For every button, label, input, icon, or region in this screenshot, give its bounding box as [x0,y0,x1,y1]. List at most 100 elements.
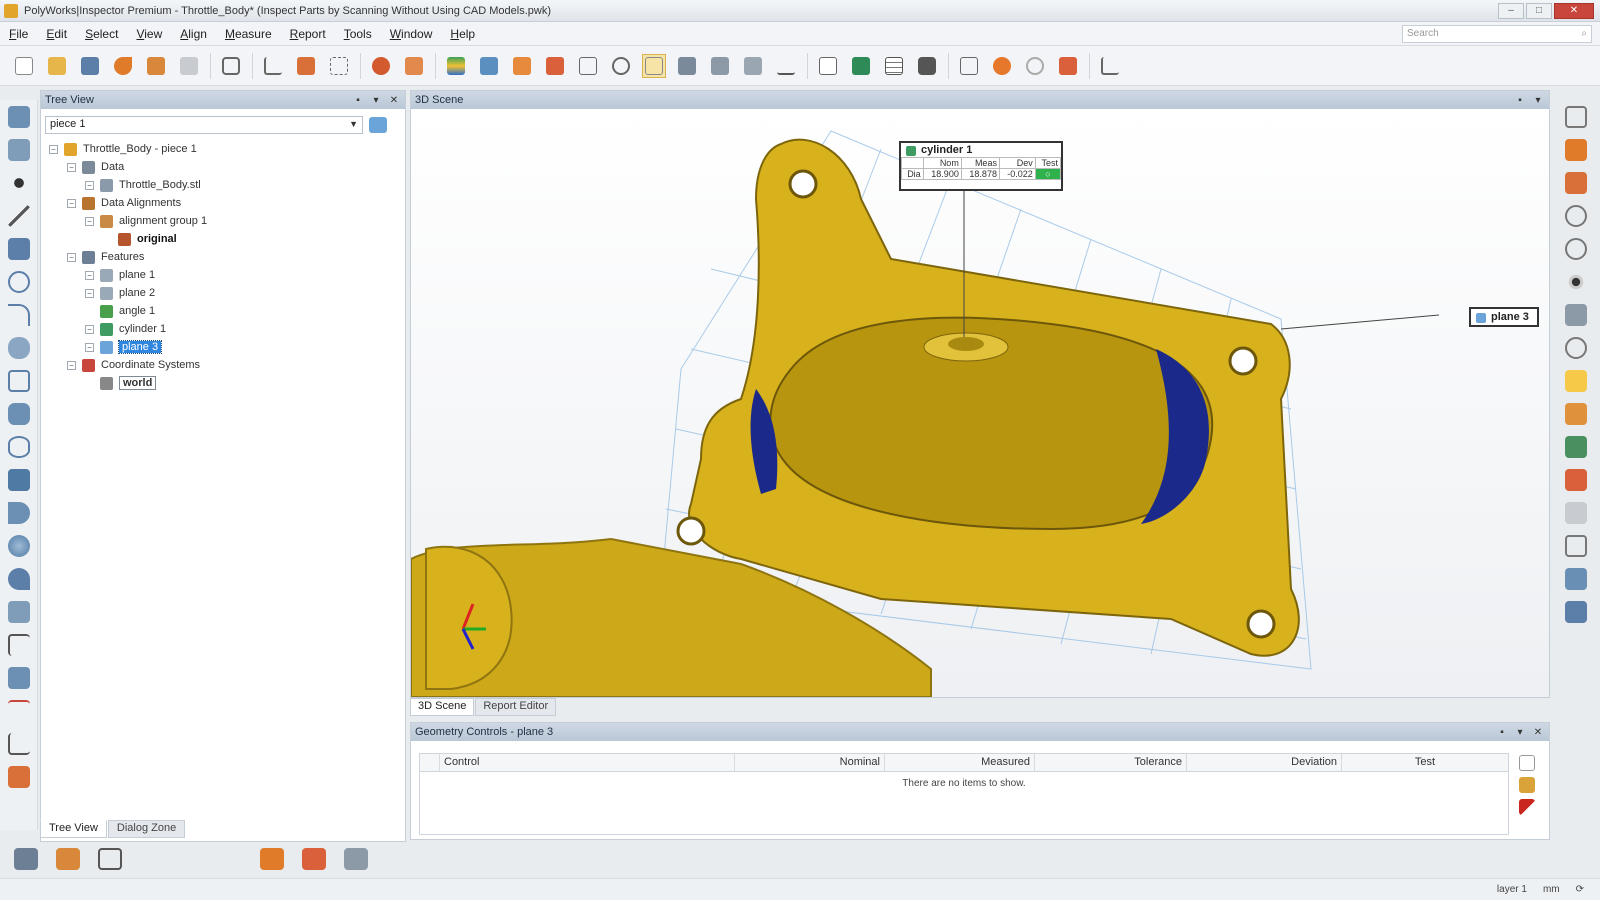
expand-toggle-icon[interactable]: − [67,162,76,172]
column-nominal[interactable]: Nominal [735,754,885,771]
add-control-icon[interactable] [1519,777,1535,793]
tree-node[interactable]: − cylinder 1 [43,320,405,338]
tree-node[interactable]: − Data [43,158,405,176]
expand-toggle-icon[interactable]: − [49,144,58,154]
ellipse-icon[interactable] [8,436,30,458]
visibility-eye-icon[interactable] [1565,271,1587,293]
polygon-icon[interactable] [8,403,30,425]
cross-section-icon[interactable] [294,54,318,78]
tree-node[interactable]: −original [43,230,405,248]
expand-toggle-icon[interactable]: − [67,198,76,208]
menu-report[interactable]: Report [281,27,335,41]
slot-icon[interactable] [8,337,30,359]
pin-tool-icon[interactable] [1565,469,1587,491]
pin-icon[interactable]: ▪ [351,95,365,106]
geo-close-icon[interactable]: ✕ [1531,727,1545,738]
rectangle-icon[interactable] [8,370,30,392]
tree-node[interactable]: − alignment group 1 [43,212,405,230]
selection-mode-icon[interactable] [1565,370,1587,392]
label-icon[interactable] [741,54,765,78]
distance-icon[interactable] [8,700,30,722]
panel-menu-icon[interactable]: ▾ [369,95,383,106]
tab-dialog-zone[interactable]: Dialog Zone [107,820,186,838]
geo-pin-icon[interactable]: ▪ [1495,727,1509,738]
pointer-tool-icon[interactable] [543,54,567,78]
tree-node[interactable]: − plane 3 [43,338,405,356]
report-item-icon[interactable] [849,54,873,78]
macro-icon[interactable] [957,54,981,78]
orientation-icon[interactable] [1565,139,1587,161]
menu-edit[interactable]: Edit [37,27,76,41]
menu-help[interactable]: Help [441,27,484,41]
tree-node[interactable]: − Coordinate Systems [43,356,405,374]
cylinder-tool-icon[interactable] [8,469,30,491]
expand-toggle-icon[interactable]: − [85,180,94,190]
column-deviation[interactable]: Deviation [1187,754,1342,771]
tree-node[interactable]: − Throttle_Body - piece 1 [43,140,405,158]
refresh-icon[interactable]: ⟳ [1576,884,1584,895]
tree-node[interactable]: − plane 1 [43,266,405,284]
tree-node[interactable]: −angle 1 [43,302,405,320]
tab-tree-view[interactable]: Tree View [40,820,107,838]
caliper-icon[interactable] [8,766,30,788]
tree-node[interactable]: − Features [43,248,405,266]
close-panel-icon[interactable]: ✕ [387,95,401,106]
polyline-icon[interactable] [8,634,30,656]
camera-icon[interactable] [915,54,939,78]
clipboard-icon[interactable] [98,848,122,870]
probe-settings-icon[interactable] [56,848,80,870]
axis-tool-icon[interactable] [14,848,38,870]
geo-menu-icon[interactable]: ▾ [1513,727,1527,738]
curve-icon[interactable] [8,601,30,623]
measure-distance-icon[interactable] [261,54,285,78]
menu-align[interactable]: Align [171,27,216,41]
feature-extract-icon[interactable] [477,54,501,78]
tab-3d-scene[interactable]: 3D Scene [410,698,475,716]
menu-window[interactable]: Window [381,27,442,41]
table-icon[interactable] [882,54,906,78]
open-folder-icon[interactable] [45,54,69,78]
cylinder-callout[interactable]: cylinder 1 Nom Meas Dev Test Dia 18.900 … [899,141,1063,191]
save-icon[interactable] [78,54,102,78]
color-settings-icon[interactable] [1565,403,1587,425]
align-icon[interactable] [369,54,393,78]
scene-pin-icon[interactable]: ▪ [1513,95,1527,106]
tab-report-editor[interactable]: Report Editor [475,698,557,716]
gauge-icon[interactable] [675,54,699,78]
grid-icon[interactable] [327,54,351,78]
angle-measure-icon[interactable] [8,733,30,755]
device-icon[interactable] [260,848,284,870]
play-icon[interactable] [990,54,1014,78]
expand-toggle-icon[interactable]: − [85,270,94,280]
menu-file[interactable]: File [0,27,37,41]
menu-tools[interactable]: Tools [335,27,381,41]
export-icon[interactable] [1565,601,1587,623]
layer-indicator[interactable]: layer 1 [1497,884,1527,895]
probe-icon[interactable] [510,54,534,78]
column-control[interactable]: Control [440,754,735,771]
zoom-icon[interactable] [609,54,633,78]
column-measured[interactable]: Measured [885,754,1035,771]
hand-pan-icon[interactable] [1565,502,1587,524]
best-fit-icon[interactable] [402,54,426,78]
zoom-fit-icon[interactable] [1565,238,1587,260]
checklist-icon[interactable] [816,54,840,78]
stop-icon[interactable] [1023,54,1047,78]
standard-view-icon[interactable] [1565,172,1587,194]
text-annotation-icon[interactable] [774,54,798,78]
trend-chart-icon[interactable] [1098,54,1122,78]
light-icon[interactable] [1565,337,1587,359]
close-window-button[interactable]: ✕ [1554,2,1594,19]
tree-node[interactable]: − Throttle_Body.stl [43,176,405,194]
sphere-icon[interactable] [8,535,30,557]
feature-tool-icon[interactable] [8,106,30,128]
clipboard-check-icon[interactable] [1565,535,1587,557]
snapshot-icon[interactable] [219,54,243,78]
expand-toggle-icon[interactable]: − [67,252,76,262]
menu-view[interactable]: View [127,27,171,41]
expand-toggle-icon[interactable]: − [85,324,94,334]
circle-icon[interactable] [8,271,30,293]
pattern-icon[interactable] [8,667,30,689]
scan-tool-icon[interactable] [302,848,326,870]
line-icon[interactable] [8,205,30,227]
